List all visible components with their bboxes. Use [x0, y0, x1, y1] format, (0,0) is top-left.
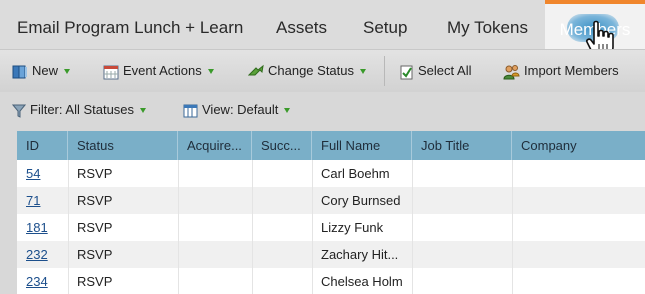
column-header-id[interactable]: ID — [17, 131, 68, 160]
people-import-icon — [503, 64, 520, 80]
checkbox-check-icon — [400, 65, 413, 80]
column-header-job-title[interactable]: Job Title — [412, 131, 512, 160]
chevron-down-icon — [64, 69, 71, 75]
new-button[interactable]: New — [12, 50, 71, 92]
calendar-icon — [103, 65, 119, 80]
column-header-status[interactable]: Status — [68, 131, 178, 160]
status-cell: RSVP — [77, 166, 113, 181]
chevron-down-icon — [360, 69, 367, 75]
column-divider — [252, 160, 253, 294]
event-actions-button[interactable]: Event Actions — [103, 50, 214, 92]
members-toolbar: New Event Actions Change Status Select A… — [0, 49, 645, 92]
view-label: View: Default — [202, 102, 279, 117]
status-cell: RSVP — [77, 247, 113, 262]
new-label: New — [32, 63, 59, 78]
change-status-label: Change Status — [268, 63, 355, 78]
full-name-cell: Chelsea Holm — [321, 274, 403, 289]
event-actions-label: Event Actions — [123, 63, 202, 78]
book-icon — [12, 65, 27, 79]
member-id-link[interactable]: 54 — [17, 160, 68, 187]
member-id-link[interactable]: 181 — [17, 214, 68, 241]
tab-program-name[interactable]: Email Program Lunch + Learn — [17, 0, 243, 49]
import-members-button[interactable]: Import Members — [503, 50, 619, 92]
filter-dropdown[interactable]: Filter: All Statuses — [12, 92, 147, 128]
grid-header: ID Status Acquire... Succ... Full Name J… — [17, 131, 645, 160]
table-row[interactable]: 234 RSVP Chelsea Holm — [17, 268, 645, 294]
change-status-button[interactable]: Change Status — [248, 50, 367, 92]
filter-bar: Filter: All Statuses View: Default — [0, 92, 645, 128]
column-divider — [178, 160, 179, 294]
table-row[interactable]: 232 RSVP Zachary Hit... — [17, 241, 645, 268]
members-grid: ID Status Acquire... Succ... Full Name J… — [17, 131, 645, 294]
full-name-cell: Cory Burnsed — [321, 193, 401, 208]
import-members-label: Import Members — [524, 63, 619, 78]
column-header-full-name[interactable]: Full Name — [312, 131, 412, 160]
table-view-icon — [183, 104, 198, 118]
column-divider — [412, 160, 413, 294]
column-divider — [68, 160, 69, 294]
program-tab-bar: Email Program Lunch + Learn Assets Setup… — [0, 0, 645, 49]
status-cell: RSVP — [77, 274, 113, 289]
filter-label: Filter: All Statuses — [30, 102, 135, 117]
full-name-cell: Lizzy Funk — [321, 220, 384, 235]
full-name-cell: Carl Boehm — [321, 166, 390, 181]
chevron-down-icon — [284, 108, 291, 114]
select-all-label: Select All — [418, 63, 472, 78]
tab-my-tokens[interactable]: My Tokens — [447, 0, 528, 49]
view-dropdown[interactable]: View: Default — [183, 92, 291, 128]
tab-setup[interactable]: Setup — [363, 0, 407, 49]
table-row[interactable]: 181 RSVP Lizzy Funk — [17, 214, 645, 241]
column-divider — [312, 160, 313, 294]
chevron-down-icon — [140, 108, 147, 114]
tab-assets[interactable]: Assets — [276, 0, 327, 49]
member-id-link[interactable]: 234 — [17, 268, 68, 294]
full-name-cell: Zachary Hit... — [321, 247, 399, 262]
select-all-button[interactable]: Select All — [400, 50, 471, 92]
column-header-success[interactable]: Succ... — [252, 131, 312, 160]
member-id-link[interactable]: 71 — [17, 187, 68, 214]
chevron-down-icon — [207, 69, 214, 75]
arrow-status-icon — [248, 64, 264, 76]
column-divider — [512, 160, 513, 294]
column-header-acquired[interactable]: Acquire... — [178, 131, 252, 160]
column-header-company[interactable]: Company — [512, 131, 645, 160]
filter-icon — [12, 104, 26, 118]
status-cell: RSVP — [77, 220, 113, 235]
member-id-link[interactable]: 232 — [17, 241, 68, 268]
toolbar-divider — [384, 56, 385, 86]
status-cell: RSVP — [77, 193, 113, 208]
table-row[interactable]: 71 RSVP Cory Burnsed — [17, 187, 645, 214]
table-row[interactable]: 54 RSVP Carl Boehm — [17, 160, 645, 187]
